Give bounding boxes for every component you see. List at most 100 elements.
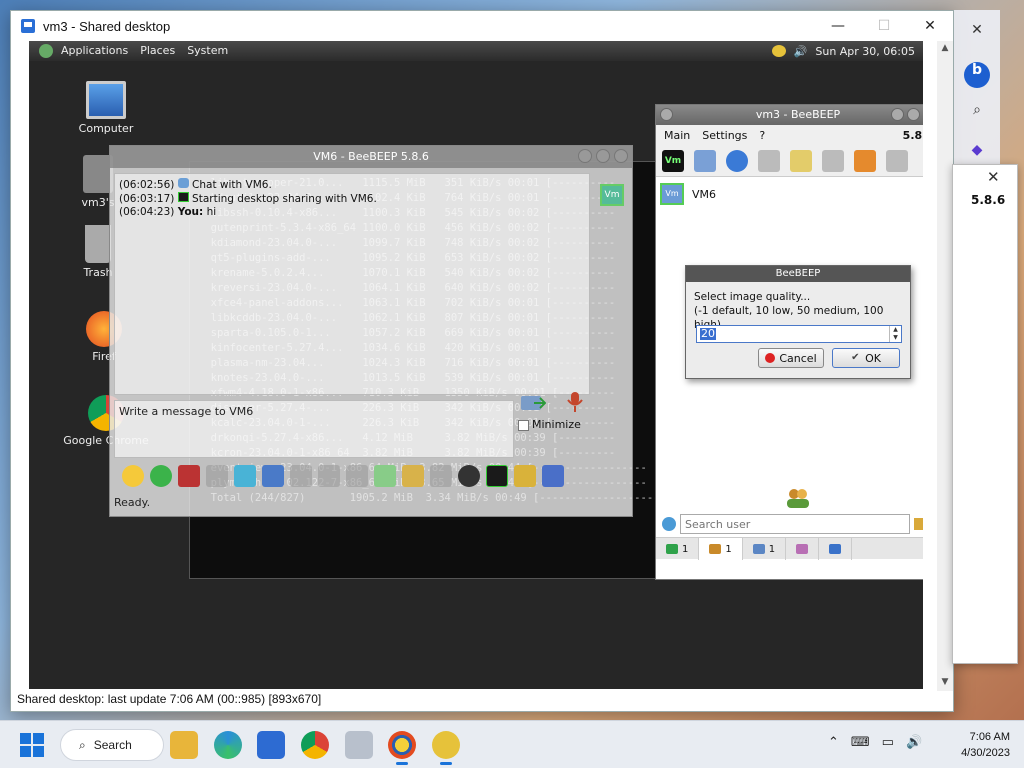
desktop-icon-computer[interactable]: Computer: [61, 81, 151, 135]
chat-window-titlebar[interactable]: VM6 - BeeBEEP 5.8.6: [110, 146, 632, 168]
notes-icon[interactable]: [514, 465, 536, 487]
mail-icon[interactable]: [758, 149, 780, 172]
tools-icon[interactable]: [822, 149, 844, 172]
chat-minimize-button[interactable]: [578, 149, 592, 163]
chats-tab-icon: [752, 544, 765, 554]
quality-spinbox[interactable]: 20 ▲ ▼: [696, 325, 902, 343]
remote-desktop-icon[interactable]: [388, 731, 416, 765]
chevron-up-icon[interactable]: ⌃: [828, 735, 839, 750]
chat-close-button[interactable]: [614, 149, 628, 163]
gnome-top-panel: Applications Places System 🔊 Sun Apr 30,…: [29, 41, 923, 61]
network-icon[interactable]: [726, 149, 748, 172]
close-button[interactable]: ✕: [907, 11, 953, 41]
bee-icon[interactable]: [150, 465, 172, 487]
tab-files[interactable]: [819, 538, 853, 560]
image-quality-dialog[interactable]: BeeBEEP Select image quality... (-1 defa…: [685, 265, 911, 379]
app-icon[interactable]: [345, 731, 373, 759]
chat-user-avatar[interactable]: Vm: [600, 184, 624, 206]
host-scrollbar[interactable]: ▲ ▼: [937, 41, 953, 691]
desktop-share-icon[interactable]: [486, 465, 508, 487]
beebeep-icon[interactable]: [432, 731, 460, 765]
chat-log[interactable]: (06:02:56) Chat with VM6. (06:03:17) Sta…: [114, 173, 590, 395]
microphone-icon[interactable]: [566, 391, 584, 413]
edit-profile-icon[interactable]: [694, 149, 716, 172]
shares-tab-icon: [796, 544, 809, 554]
cancel-button[interactable]: Cancel: [758, 348, 824, 368]
ok-button[interactable]: ✔ OK: [832, 348, 900, 368]
share-folder-icon[interactable]: [402, 465, 424, 487]
download-icon[interactable]: [290, 465, 312, 487]
trash-icon: [85, 225, 111, 263]
scroll-up-arrow[interactable]: ▲: [937, 43, 953, 57]
music-icon[interactable]: [346, 465, 368, 487]
screenshot-icon[interactable]: [318, 465, 340, 487]
volume-icon[interactable]: 🔊: [906, 735, 922, 750]
tab-chats[interactable]: 1: [743, 538, 787, 560]
bee-minimize-button[interactable]: [891, 108, 904, 121]
scroll-down-arrow[interactable]: ▼: [937, 677, 953, 691]
window-menu-button[interactable]: [660, 108, 673, 121]
taskbar-search[interactable]: ⌕ Search: [60, 729, 164, 761]
edge-icon[interactable]: [214, 731, 242, 759]
beebeep-titlebar[interactable]: vm3 - BeeBEEP: [656, 105, 923, 125]
close-button[interactable]: ✕: [987, 168, 1000, 186]
tab-shares[interactable]: [786, 538, 820, 560]
panel-clock[interactable]: Sun Apr 30, 06:05: [815, 45, 915, 58]
volume-icon[interactable]: 🔊: [794, 45, 808, 58]
tab-groups[interactable]: 1: [699, 538, 743, 560]
maximize-button[interactable]: ☐: [861, 11, 907, 41]
clear-format-icon[interactable]: [206, 465, 228, 487]
settings-icon[interactable]: [262, 465, 284, 487]
emoticon-icon[interactable]: [122, 465, 144, 487]
store-icon[interactable]: [257, 731, 285, 759]
menu-main[interactable]: Main: [664, 129, 690, 142]
gnome-foot-icon[interactable]: [39, 44, 53, 58]
taskbar-clock[interactable]: 7:06 AM 4/30/2023: [961, 729, 1010, 761]
menu-system[interactable]: System: [187, 44, 228, 58]
html-icon[interactable]: [430, 465, 452, 487]
start-button[interactable]: [20, 733, 44, 757]
bing-icon[interactable]: b: [964, 62, 990, 88]
spin-arrows[interactable]: ▲ ▼: [889, 326, 901, 342]
beebeep-tray-icon[interactable]: [771, 45, 786, 57]
checkbox-box[interactable]: [518, 419, 529, 431]
user-status-icon[interactable]: [662, 517, 676, 531]
minimize-button[interactable]: —: [815, 11, 861, 41]
filter-icon[interactable]: [234, 465, 256, 487]
status-avatar-button[interactable]: Vm: [662, 149, 684, 172]
menu-places[interactable]: Places: [140, 44, 175, 58]
notes-icon[interactable]: [790, 149, 812, 172]
search-user-input[interactable]: [680, 514, 910, 534]
search-icon[interactable]: ⌕: [964, 102, 990, 128]
user-list-item-vm6[interactable]: Vm VM6: [660, 183, 716, 205]
quality-value[interactable]: 20: [700, 328, 716, 340]
chat-window[interactable]: VM6 - BeeBEEP 5.8.6 (06:02:56) Chat with…: [109, 145, 633, 517]
dialog-title[interactable]: BeeBEEP: [686, 266, 910, 282]
menu-settings[interactable]: Settings: [702, 129, 747, 142]
minimize-checkbox[interactable]: Minimize: [518, 418, 588, 458]
send-icon[interactable]: [520, 394, 546, 412]
chat-message: (06:02:56) Chat with VM6.: [119, 178, 272, 191]
export-icon[interactable]: [374, 465, 396, 487]
close-icon[interactable]: ✕: [964, 22, 990, 48]
chat-message-input[interactable]: Write a message to VM6: [114, 400, 514, 458]
text-format-icon[interactable]: [178, 465, 200, 487]
chrome-icon[interactable]: [301, 731, 329, 759]
trash-icon[interactable]: [886, 149, 908, 172]
users-tab-icon: [666, 544, 678, 554]
network-icon[interactable]: ▭: [882, 735, 894, 750]
share-icon[interactable]: [854, 149, 876, 172]
tab-users[interactable]: 1: [656, 538, 700, 560]
record-icon[interactable]: [458, 465, 480, 487]
keyboard-icon[interactable]: ⌨: [851, 735, 870, 750]
save-icon[interactable]: [542, 465, 564, 487]
menu-applications[interactable]: Applications: [61, 44, 128, 58]
remote-desktop-view[interactable]: Applications Places System 🔊 Sun Apr 30,…: [29, 41, 923, 689]
bee-maximize-button[interactable]: [907, 108, 920, 121]
chat-maximize-button[interactable]: [596, 149, 610, 163]
menu-help[interactable]: ?: [759, 129, 765, 142]
file-explorer-icon[interactable]: [170, 731, 198, 759]
background-beebeep-window[interactable]: ✕ 5.8.6: [952, 164, 1018, 664]
host-titlebar[interactable]: vm3 - Shared desktop — ☐ ✕: [11, 11, 953, 41]
clear-search-icon[interactable]: [914, 518, 923, 530]
